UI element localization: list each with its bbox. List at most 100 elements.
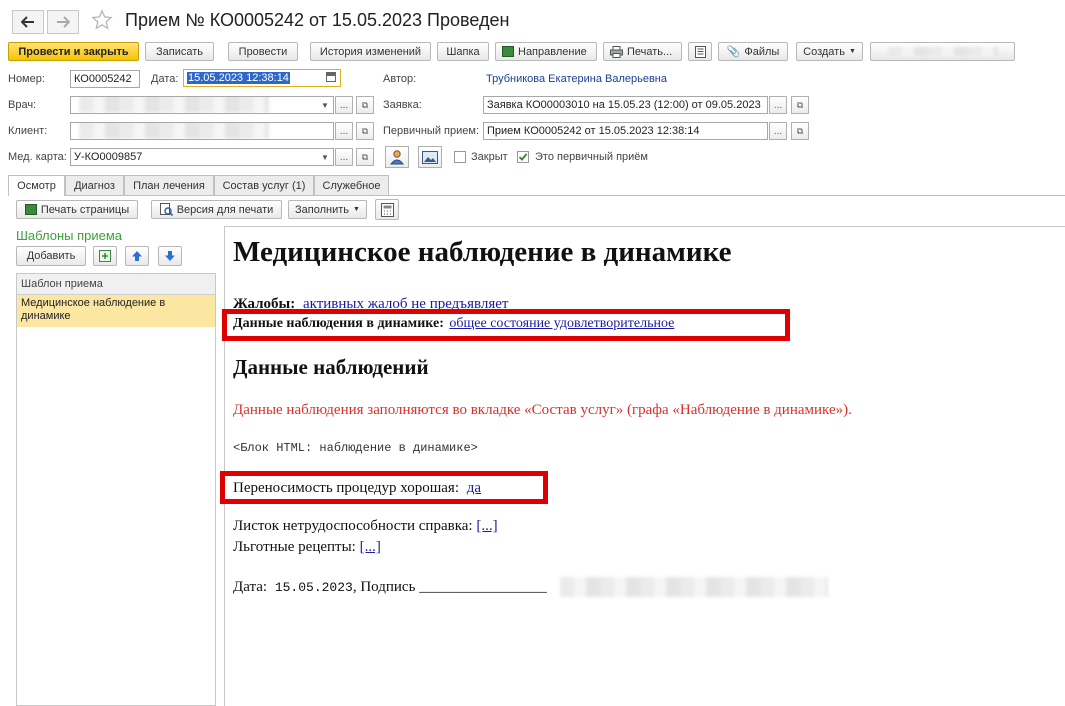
referral-icon (24, 204, 37, 215)
closed-label: Закрыт (471, 151, 508, 163)
html-block-placeholder: <Блок HTML: наблюдение в динамике> (233, 441, 478, 455)
fill-button[interactable]: Заполнить ▼ (288, 200, 367, 219)
red-note: Данные наблюдения заполняются во вкладке… (233, 402, 852, 418)
print-version-button[interactable]: Версия для печати (151, 200, 282, 219)
prescriptions-link[interactable]: [...] (360, 539, 381, 555)
chevron-down-icon[interactable]: ▼ (317, 149, 333, 165)
extra-button[interactable] (870, 42, 1015, 61)
dynamics-line: Данные наблюдения в динамике: общее сост… (233, 316, 674, 332)
list-item[interactable]: Медицинское наблюдение в динамике (17, 295, 215, 327)
primary-visit-open-button[interactable]: ⧉ (791, 122, 809, 140)
client-label: Клиент: (8, 125, 48, 137)
primary-visit-select-button[interactable]: ... (769, 122, 787, 140)
forward-button[interactable] (47, 10, 79, 34)
prescriptions-line: Льготные рецепты: [...] (233, 539, 381, 556)
primary-visit-label: Первичный прием: (383, 125, 479, 137)
is-primary-label: Это первичный приём (535, 151, 648, 163)
redacted-block (79, 97, 269, 113)
patient-photo-button[interactable] (385, 146, 409, 168)
tabs-baseline (8, 195, 1065, 196)
medcard-field[interactable]: У-КО0009857 ▼ (70, 148, 334, 166)
tab-services[interactable]: Состав услуг (1) (214, 175, 314, 195)
medcard-select-button[interactable]: ... (335, 148, 353, 166)
number-label: Номер: (8, 73, 45, 85)
tab-examination[interactable]: Осмотр (8, 175, 65, 196)
author-value[interactable]: Трубникова Екатерина Валерьевна (486, 73, 667, 85)
arrow-up-icon (132, 251, 142, 261)
date-field[interactable]: 15.05.2023 12:38:14 (183, 69, 341, 87)
redacted-block (560, 577, 828, 597)
is-primary-checkbox[interactable] (517, 151, 529, 163)
sick-leave-link[interactable]: [...] (476, 518, 497, 534)
print-label: Печать... (627, 45, 673, 58)
sick-leave-label: Листок нетрудоспособности справка: (233, 518, 473, 534)
date-label: Дата: (151, 73, 179, 85)
report-button[interactable] (688, 42, 712, 61)
prescriptions-label: Льготные рецепты: (233, 539, 356, 555)
referral-icon (502, 46, 514, 57)
post-button[interactable]: Провести (228, 42, 298, 61)
add-template-button[interactable]: Добавить (16, 246, 86, 266)
request-field[interactable]: Заявка КО00003010 на 15.05.23 (12:00) от… (483, 96, 768, 114)
primary-visit-field[interactable]: Прием КО0005242 от 15.05.2023 12:38:14 (483, 122, 768, 140)
redacted-block (887, 47, 998, 56)
fill-label: Заполнить (295, 203, 350, 216)
templates-table: Шаблон приема Медицинское наблюдение в д… (16, 273, 216, 706)
tab-service-info[interactable]: Служебное (314, 175, 389, 195)
doctor-open-button[interactable]: ⧉ (356, 96, 374, 114)
client-select-button[interactable]: ... (335, 122, 353, 140)
calendar-icon[interactable] (326, 72, 336, 82)
templates-column-header: Шаблон приема (17, 274, 215, 295)
tab-treatment-plan[interactable]: План лечения (124, 175, 214, 195)
chevron-down-icon: ▼ (353, 206, 360, 213)
save-button[interactable]: Записать (145, 42, 214, 61)
medcard-open-button[interactable]: ⧉ (356, 148, 374, 166)
print-page-button[interactable]: Печать страницы (16, 200, 138, 219)
author-label: Автор: (383, 73, 417, 85)
signature-line: Дата: 15.05.2023, Подпись ______________… (233, 579, 547, 596)
post-and-close-button[interactable]: Провести и закрыть (8, 42, 139, 61)
document-heading: Медицинское наблюдение в динамике (233, 236, 732, 268)
files-button[interactable]: 📎 Файлы (718, 42, 788, 61)
add-row-button[interactable] (93, 246, 117, 266)
number-field[interactable]: КО0005242 (70, 70, 140, 88)
tolerance-label: Переносимость процедур хорошая: (233, 480, 460, 496)
arrow-left-icon (21, 16, 34, 28)
arrow-down-icon (165, 251, 175, 261)
tab-diagnosis[interactable]: Диагноз (65, 175, 124, 195)
files-label: Файлы (744, 45, 780, 58)
section-heading: Данные наблюдений (233, 355, 429, 379)
plus-icon (99, 250, 111, 262)
templates-title: Шаблоны приема (16, 228, 123, 243)
request-open-button[interactable]: ⧉ (791, 96, 809, 114)
client-open-button[interactable]: ⧉ (356, 122, 374, 140)
chevron-down-icon[interactable]: ▼ (317, 97, 333, 113)
person-icon (389, 150, 405, 165)
tolerance-link[interactable]: да (467, 480, 481, 496)
medcard-label: Мед. карта: (8, 151, 67, 163)
calculator-button[interactable] (375, 199, 399, 220)
star-icon[interactable] (91, 9, 113, 31)
doctor-field[interactable]: ▼ (70, 96, 334, 114)
create-button[interactable]: Создать ▼ (796, 42, 863, 61)
print-page-label: Печать страницы (40, 203, 130, 216)
print-button[interactable]: Печать... (603, 42, 682, 61)
referral-button[interactable]: Направление (495, 42, 597, 61)
client-field[interactable] (70, 122, 334, 140)
dynamics-link[interactable]: общее состояние удовлетворительное (449, 316, 674, 331)
move-down-button[interactable] (158, 246, 182, 266)
arrow-right-icon (57, 16, 70, 28)
signature-label: Подпись (360, 579, 416, 595)
header-button[interactable]: Шапка (437, 42, 489, 61)
document-list-icon (694, 45, 706, 58)
move-up-button[interactable] (125, 246, 149, 266)
history-button[interactable]: История изменений (310, 42, 431, 61)
request-select-button[interactable]: ... (769, 96, 787, 114)
signature-separator: , (352, 579, 357, 595)
back-button[interactable] (12, 10, 44, 34)
doctor-select-button[interactable]: ... (335, 96, 353, 114)
closed-checkbox[interactable] (454, 151, 466, 163)
date-signature-value: 15.05.2023 (274, 580, 353, 595)
print-preview-icon (159, 203, 173, 216)
image-button[interactable] (418, 146, 442, 168)
